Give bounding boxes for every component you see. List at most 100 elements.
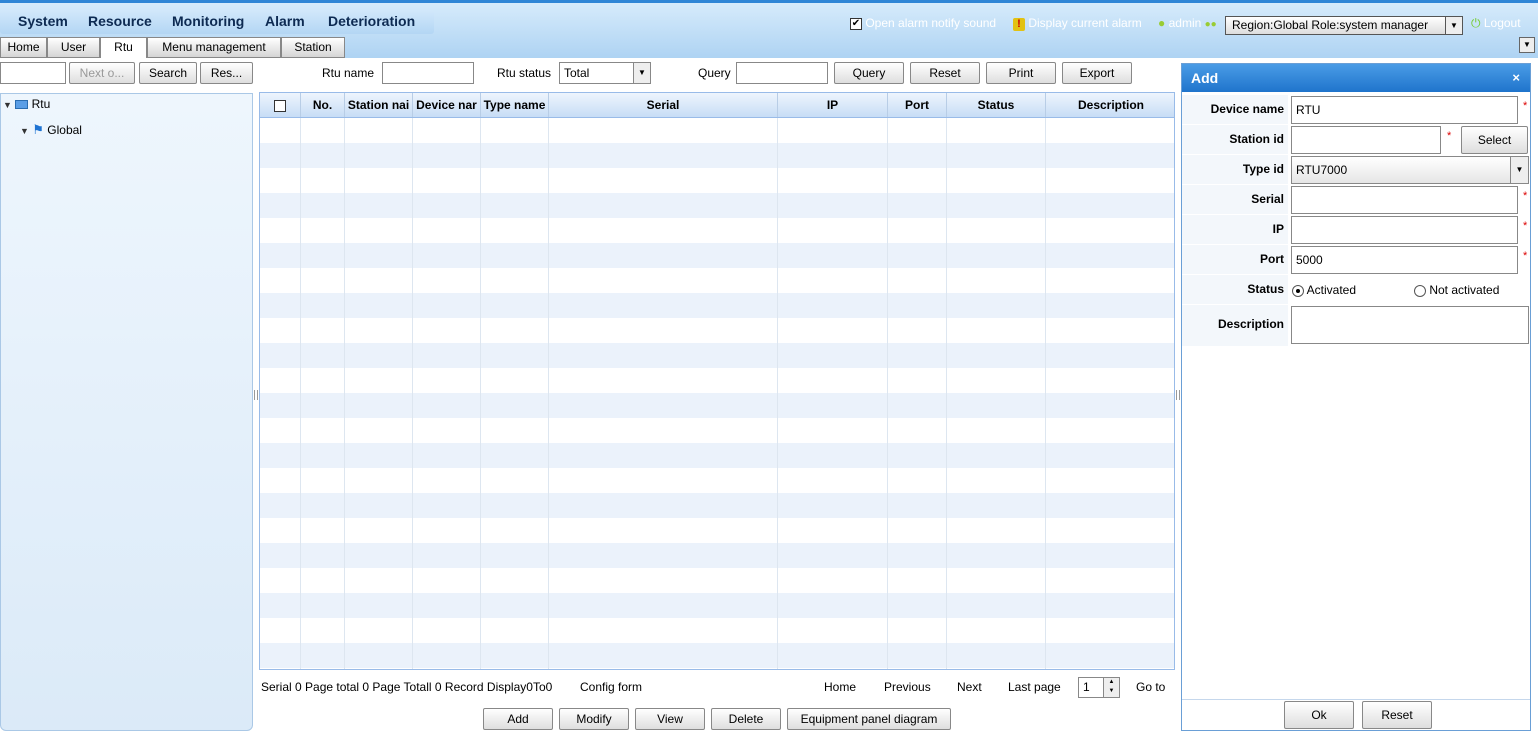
table-row — [260, 618, 1174, 643]
pager-goto[interactable]: Go to — [1136, 680, 1165, 694]
config-form-link[interactable]: Config form — [580, 680, 642, 694]
menu-resource[interactable]: Resource — [88, 13, 152, 29]
column-divider — [412, 118, 413, 669]
select-all-checkbox[interactable] — [274, 99, 286, 112]
alarm-sound-toggle[interactable]: ✔ Open alarm notify sound — [850, 16, 996, 30]
col-station-name[interactable]: Station nai — [345, 93, 413, 117]
chevron-down-icon[interactable]: ▼ — [1510, 157, 1528, 183]
display-alarm-link[interactable]: ! Display current alarm — [1013, 16, 1142, 31]
pager-next[interactable]: Next — [957, 680, 982, 694]
page-number-value: 1 — [1083, 680, 1090, 694]
modify-button[interactable]: Modify — [559, 708, 629, 730]
port-row: Port * — [1182, 245, 1530, 275]
panel-header: Add × — [1182, 64, 1530, 92]
ip-input[interactable] — [1291, 216, 1518, 244]
radio-activated[interactable] — [1292, 284, 1304, 297]
radio-not-activated[interactable] — [1414, 284, 1426, 297]
rtu-status-value: Total — [564, 66, 590, 80]
delete-button[interactable]: Delete — [711, 708, 781, 730]
user-info: ● admin ●● — [1158, 16, 1217, 30]
col-status[interactable]: Status — [947, 93, 1046, 117]
station-id-input[interactable] — [1291, 126, 1441, 154]
menu-deterioration[interactable]: Deterioration — [328, 13, 415, 29]
device-name-row: Device name * — [1182, 95, 1530, 125]
col-serial[interactable]: Serial — [549, 93, 778, 117]
tab-list-dropdown-icon[interactable]: ▼ — [1519, 37, 1535, 53]
expand-arrow-icon[interactable]: ▼ — [3, 100, 12, 110]
status-activated-label: Activated — [1306, 283, 1357, 297]
device-name-input[interactable] — [1291, 96, 1518, 124]
pager-home[interactable]: Home — [824, 680, 856, 694]
rtu-status-select[interactable]: Total ▼ — [559, 62, 651, 84]
expand-arrow-icon[interactable]: ▼ — [20, 126, 29, 136]
tree-node-rtu[interactable]: ▼ Rtu — [3, 97, 50, 111]
col-device-name[interactable]: Device nar — [413, 93, 481, 117]
tab-rtu[interactable]: Rtu — [100, 37, 147, 58]
view-button[interactable]: View — [635, 708, 705, 730]
table-row — [260, 143, 1174, 168]
pager-previous[interactable]: Previous — [884, 680, 931, 694]
tab-user[interactable]: User — [47, 37, 100, 58]
form-reset-button[interactable]: Reset — [1362, 701, 1432, 729]
ip-row: IP * — [1182, 215, 1530, 245]
type-id-select[interactable]: RTU7000 ▼ — [1291, 156, 1529, 184]
stepper-down-icon[interactable]: ▼ — [1103, 687, 1119, 697]
rtu-table: No. Station nai Device nar Type name Ser… — [259, 92, 1175, 670]
table-header: No. Station nai Device nar Type name Ser… — [260, 93, 1174, 118]
alarm-sound-label: Open alarm notify sound — [865, 16, 997, 30]
col-port[interactable]: Port — [888, 93, 947, 117]
export-button[interactable]: Export — [1062, 62, 1132, 84]
select-station-button[interactable]: Select — [1461, 126, 1528, 154]
tree-reset-button[interactable]: Res... — [200, 62, 253, 84]
column-divider — [887, 118, 888, 669]
chevron-down-icon[interactable]: ▼ — [633, 63, 650, 83]
tree-node-global[interactable]: ▼ ⚑ Global — [20, 122, 82, 138]
query-button[interactable]: Query — [834, 62, 904, 84]
rtu-status-label: Rtu status — [497, 66, 552, 80]
print-button[interactable]: Print — [986, 62, 1056, 84]
alarm-sound-checkbox[interactable]: ✔ — [850, 17, 862, 30]
station-id-label: Station id — [1182, 125, 1288, 155]
tree-search-button[interactable]: Search — [139, 62, 197, 84]
tree-search-input[interactable] — [0, 62, 66, 84]
power-icon: ⏻ — [1471, 16, 1481, 30]
tree-next-button[interactable]: Next o... — [69, 62, 135, 84]
col-no[interactable]: No. — [301, 93, 345, 117]
close-icon[interactable]: × — [1512, 64, 1520, 92]
required-mark: * — [1523, 100, 1528, 112]
add-button[interactable]: Add — [483, 708, 553, 730]
page-number-stepper[interactable]: 1 ▲ ▼ — [1078, 677, 1120, 698]
table-row — [260, 543, 1174, 568]
left-splitter-handle[interactable] — [254, 390, 258, 400]
right-splitter-handle[interactable] — [1176, 390, 1180, 400]
logout-link[interactable]: ⏻ Logout — [1471, 16, 1521, 31]
equipment-panel-diagram-button[interactable]: Equipment panel diagram — [787, 708, 951, 730]
pager-last[interactable]: Last page — [1008, 680, 1061, 694]
tab-home[interactable]: Home — [0, 37, 47, 58]
computer-icon — [15, 100, 29, 110]
menu-alarm[interactable]: Alarm — [265, 13, 305, 29]
menu-monitoring[interactable]: Monitoring — [172, 13, 244, 29]
status-not-activated-option[interactable]: Not activated — [1414, 283, 1499, 297]
group-icon: ●● — [1204, 19, 1217, 30]
port-input[interactable] — [1291, 246, 1518, 274]
tree-node-global-label: Global — [47, 123, 82, 137]
required-mark: * — [1523, 250, 1528, 262]
ok-button[interactable]: Ok — [1284, 701, 1354, 729]
tab-menu-management[interactable]: Menu management — [147, 37, 281, 58]
col-description[interactable]: Description — [1046, 93, 1174, 117]
tab-station[interactable]: Station — [281, 37, 345, 58]
menu-system[interactable]: System — [18, 13, 68, 29]
reset-button[interactable]: Reset — [910, 62, 980, 84]
serial-input[interactable] — [1291, 186, 1518, 214]
query-input[interactable] — [736, 62, 828, 84]
chevron-down-icon[interactable]: ▼ — [1445, 17, 1462, 34]
add-rtu-panel: Add × Device name * Station id * Select … — [1181, 63, 1531, 731]
status-activated-option[interactable]: Activated — [1292, 283, 1356, 297]
rtu-name-input[interactable] — [382, 62, 474, 84]
col-type-name[interactable]: Type name — [481, 93, 549, 117]
region-role-select[interactable]: Region:Global Role:system manager ▼ — [1225, 16, 1463, 35]
col-ip[interactable]: IP — [778, 93, 888, 117]
flag-icon: ⚑ — [32, 122, 44, 137]
description-textarea[interactable] — [1291, 306, 1529, 344]
